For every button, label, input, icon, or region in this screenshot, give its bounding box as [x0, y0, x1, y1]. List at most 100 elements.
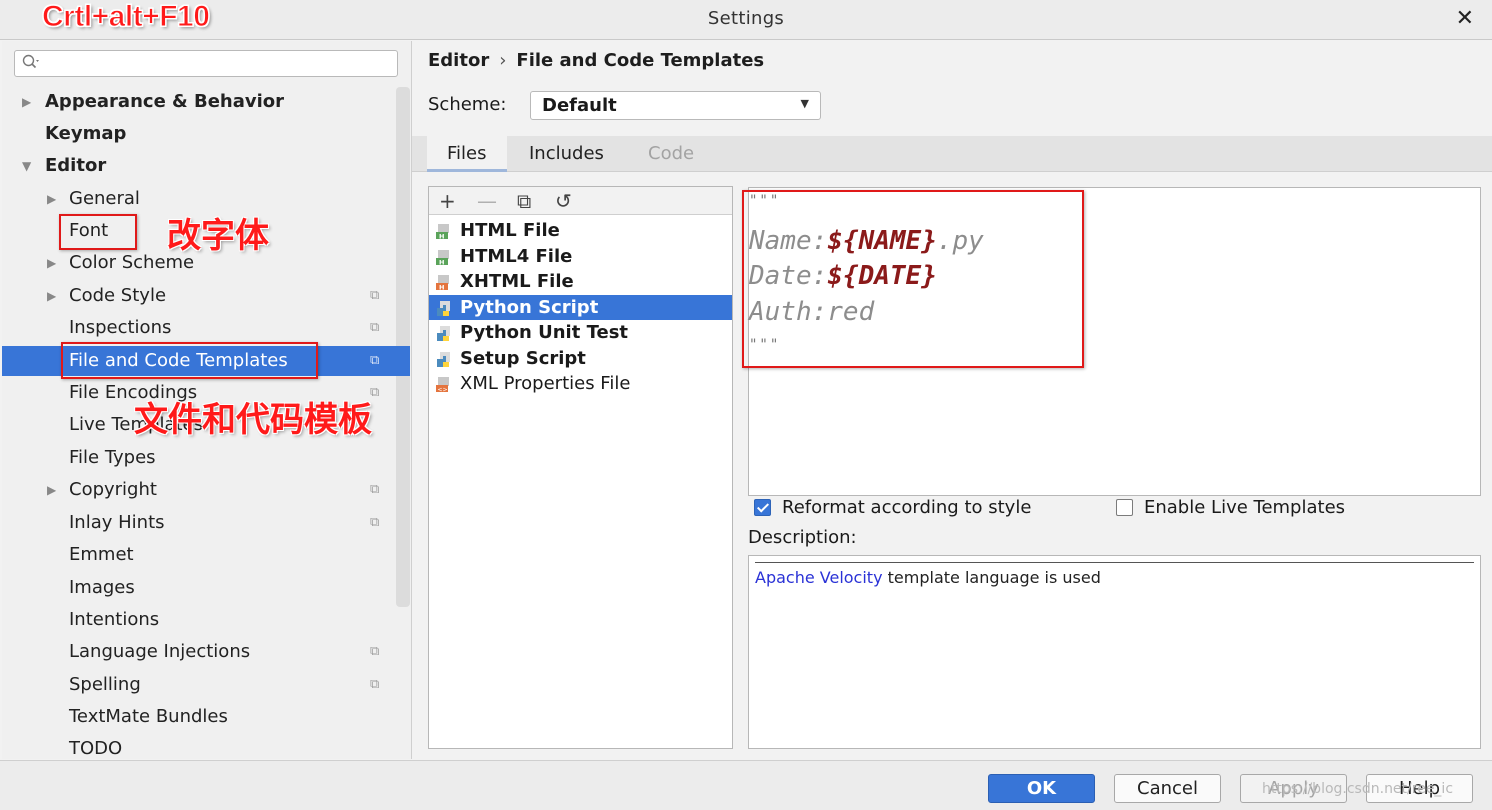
- annotation-box-templates: [61, 342, 318, 379]
- sidebar-item-file-types[interactable]: File Types: [2, 443, 398, 473]
- html-file-icon: H: [435, 222, 452, 241]
- tab-code[interactable]: Code: [628, 136, 714, 172]
- sidebar-item-spelling[interactable]: Spelling ⧉: [2, 670, 398, 700]
- annotation-templates-note: 文件和代码模板: [134, 400, 372, 440]
- project-settings-icon: ⧉: [370, 482, 380, 497]
- ok-button[interactable]: OK: [988, 774, 1095, 803]
- search-input[interactable]: [14, 50, 398, 77]
- svg-text:H: H: [439, 259, 444, 267]
- template-tabs: Files Includes Code: [412, 136, 1492, 172]
- breadcrumb: Editor › File and Code Templates: [428, 50, 764, 71]
- list-item-xml-properties-file[interactable]: <> XML Properties File: [429, 371, 732, 396]
- chevron-right-icon[interactable]: ▶: [47, 281, 56, 311]
- sidebar-item-keymap[interactable]: Keymap: [2, 119, 398, 149]
- window-title: Settings: [707, 8, 785, 29]
- reformat-checkbox[interactable]: [754, 499, 771, 516]
- sidebar-item-label: Copyright: [69, 479, 157, 500]
- reformat-label: Reformat according to style: [782, 497, 1032, 518]
- watermark: https://blog.csdn.net/ree_ic: [1262, 781, 1454, 797]
- description-box: Apache Velocity template language is use…: [748, 555, 1481, 749]
- sidebar-item-todo[interactable]: TODO: [2, 734, 398, 759]
- sidebar-item-label: Code Style: [69, 285, 167, 306]
- sidebar-item-label: Inlay Hints: [69, 512, 165, 533]
- scheme-dropdown[interactable]: Default ▼: [530, 91, 821, 120]
- tab-includes[interactable]: Includes: [509, 136, 624, 172]
- sidebar-item-images[interactable]: Images: [2, 573, 398, 603]
- search-icon: [22, 54, 40, 74]
- sidebar-item-label: Images: [69, 577, 135, 598]
- chevron-right-icon[interactable]: ▶: [47, 184, 56, 214]
- scheme-value: Default: [542, 95, 617, 116]
- sidebar-item-label: Intentions: [69, 609, 160, 630]
- breadcrumb-separator: ›: [499, 50, 507, 71]
- annotation-box-font: [59, 214, 137, 250]
- xml-file-icon: <>: [435, 375, 452, 393]
- list-item-label: Python Script: [460, 297, 599, 318]
- close-icon[interactable]: ✕: [1456, 6, 1474, 31]
- tab-files[interactable]: Files: [427, 136, 507, 172]
- breadcrumb-current: File and Code Templates: [516, 50, 765, 71]
- shortcut-annotation: Crtl+alt+F10: [41, 0, 210, 34]
- reset-icon[interactable]: ↺: [555, 189, 572, 213]
- title-bar: Settings ✕: [0, 0, 1492, 40]
- sidebar-item-label: Emmet: [69, 544, 134, 565]
- project-settings-icon: ⧉: [370, 644, 380, 659]
- add-icon[interactable]: +: [439, 189, 456, 213]
- html-file-icon: H: [435, 248, 452, 267]
- sidebar-item-label: Inspections: [69, 317, 172, 338]
- sidebar-item-editor[interactable]: ▼ Editor: [2, 151, 398, 181]
- chevron-right-icon[interactable]: ▶: [22, 87, 31, 117]
- list-item-xhtml-file[interactable]: H XHTML File: [429, 269, 732, 294]
- list-item-label: XHTML File: [460, 271, 574, 292]
- list-toolbar: + — ⧉ ↺: [429, 187, 732, 215]
- sidebar-item-label: Language Injections: [69, 641, 251, 662]
- list-item-label: XML Properties File: [460, 373, 631, 394]
- python-file-icon: [435, 350, 452, 367]
- list-item-setup-script[interactable]: Setup Script: [429, 346, 732, 371]
- sidebar-item-intentions[interactable]: Intentions: [2, 605, 398, 635]
- sidebar-item-appearance[interactable]: ▶ Appearance & Behavior: [2, 87, 398, 117]
- sidebar-item-inlay-hints[interactable]: Inlay Hints ⧉: [2, 508, 398, 538]
- cancel-button[interactable]: Cancel: [1114, 774, 1221, 803]
- sidebar-item-label: TODO: [69, 738, 123, 759]
- svg-text:H: H: [439, 233, 444, 241]
- sidebar-item-label: TextMate Bundles: [69, 706, 228, 727]
- sidebar-item-label: General: [69, 188, 140, 209]
- sidebar-item-emmet[interactable]: Emmet: [2, 540, 398, 570]
- list-item-python-unit-test[interactable]: Python Unit Test: [429, 320, 732, 345]
- remove-icon[interactable]: —: [477, 189, 497, 213]
- apache-velocity-link[interactable]: Apache Velocity: [755, 568, 883, 587]
- chevron-down-icon[interactable]: ▼: [22, 151, 31, 181]
- xhtml-file-icon: H: [435, 273, 452, 292]
- breadcrumb-parent[interactable]: Editor: [428, 50, 489, 71]
- description-text: Apache Velocity template language is use…: [755, 568, 1101, 587]
- annotation-box-editor: [742, 190, 1084, 368]
- live-templates-checkbox[interactable]: [1116, 499, 1133, 516]
- annotation-font-note: 改字体: [167, 216, 269, 256]
- project-settings-icon: ⧉: [370, 353, 380, 368]
- list-item-label: Python Unit Test: [460, 322, 629, 343]
- sidebar-item-language-injections[interactable]: Language Injections ⧉: [2, 637, 398, 667]
- sidebar-item-inspections[interactable]: Inspections ⧉: [2, 313, 398, 343]
- sidebar-item-copyright[interactable]: ▶ Copyright ⧉: [2, 475, 398, 505]
- sidebar-item-code-style[interactable]: ▶ Code Style ⧉: [2, 281, 398, 311]
- sidebar-item-label: File Types: [69, 447, 156, 468]
- list-item-python-script[interactable]: Python Script: [429, 295, 732, 320]
- list-item-label: Setup Script: [460, 348, 586, 369]
- project-settings-icon: ⧉: [370, 288, 380, 303]
- python-file-icon: [435, 324, 452, 341]
- description-label: Description:: [748, 527, 857, 548]
- sidebar-item-label: Appearance & Behavior: [45, 91, 285, 112]
- list-item-label: HTML File: [460, 220, 560, 241]
- project-settings-icon: ⧉: [370, 515, 380, 530]
- list-item-html-file[interactable]: H HTML File: [429, 218, 732, 243]
- chevron-right-icon[interactable]: ▶: [47, 475, 56, 505]
- sidebar-item-label: Spelling: [69, 674, 141, 695]
- project-settings-icon: ⧉: [370, 320, 380, 335]
- chevron-right-icon[interactable]: ▶: [47, 248, 56, 278]
- copy-icon[interactable]: ⧉: [517, 189, 531, 213]
- list-item-html4-file[interactable]: H HTML4 File: [429, 244, 732, 269]
- sidebar-item-textmate-bundles[interactable]: TextMate Bundles: [2, 702, 398, 732]
- project-settings-icon: ⧉: [370, 677, 380, 692]
- sidebar-item-label: Keymap: [45, 123, 127, 144]
